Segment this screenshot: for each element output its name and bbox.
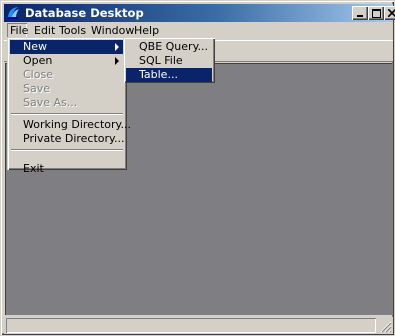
file-menu-close[interactable]: Close: [10, 68, 124, 82]
file-menu-exit[interactable]: Exit: [10, 162, 124, 176]
file-menu-open-label: Open: [23, 54, 53, 67]
minimize-icon[interactable]: [352, 6, 368, 20]
submenu-arrow-icon: [115, 57, 119, 65]
file-menu-save-as[interactable]: Save As...: [10, 96, 124, 110]
menu-separator: [10, 146, 124, 154]
file-menu-save[interactable]: Save: [10, 82, 124, 96]
new-submenu-sql-file[interactable]: SQL File: [126, 54, 212, 68]
maximize-icon[interactable]: [368, 6, 384, 20]
file-menu-private-directory[interactable]: Private Directory...: [10, 132, 124, 146]
new-submenu-qbe-query[interactable]: QBE Query...: [126, 40, 212, 54]
file-menu-open[interactable]: Open: [10, 54, 124, 68]
resize-grip-icon[interactable]: [380, 321, 392, 333]
title-bar[interactable]: Database Desktop: [4, 4, 395, 22]
window-title: Database Desktop: [25, 6, 144, 20]
menu-spacer: [10, 154, 124, 162]
status-bar: [4, 317, 393, 334]
menu-separator: [10, 110, 124, 118]
submenu-arrow-icon: [115, 43, 119, 51]
status-panel: [6, 318, 376, 333]
file-menu-new-label: New: [23, 40, 47, 53]
new-submenu-dropdown: QBE Query... SQL File Table...: [123, 37, 215, 83]
new-submenu-table[interactable]: Table...: [126, 68, 212, 82]
close-icon[interactable]: [384, 6, 395, 20]
file-menu-dropdown: New Open Close Save Save As... Working D…: [7, 37, 131, 175]
file-menu-new[interactable]: New: [10, 40, 124, 54]
app-window: Database Desktop File Edit Tools Window …: [0, 0, 395, 336]
file-menu-working-directory[interactable]: Working Directory...: [10, 118, 131, 132]
database-desktop-app-icon[interactable]: [6, 5, 22, 21]
